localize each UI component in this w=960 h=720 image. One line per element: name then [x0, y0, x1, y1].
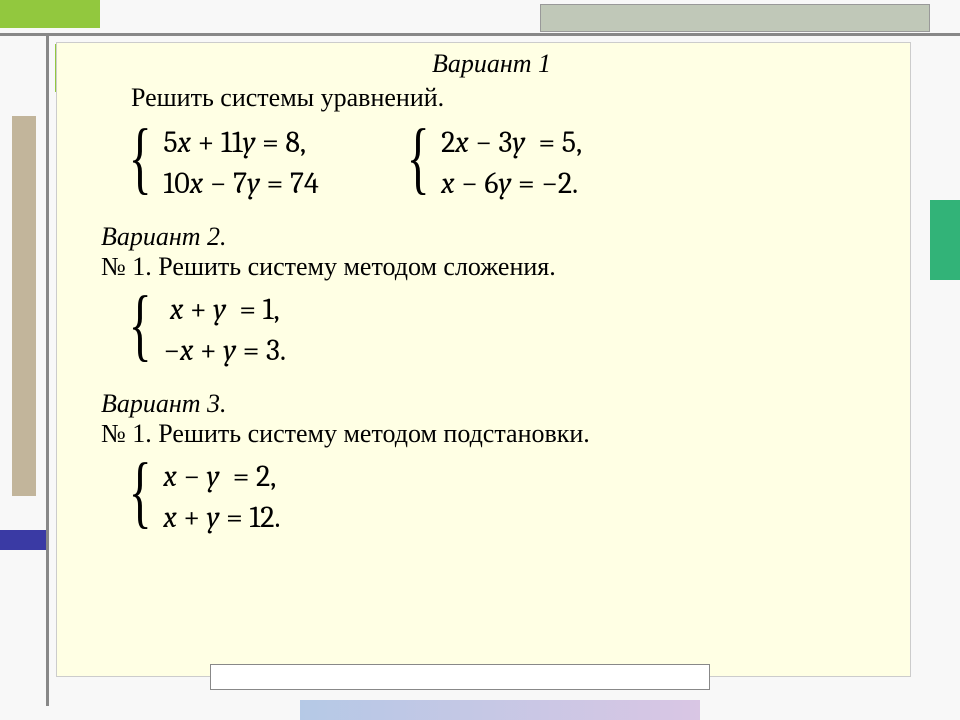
deco-block [210, 664, 710, 690]
deco-block [0, 530, 46, 550]
equation: 5x + 11y = 8, [163, 123, 318, 164]
variant3-title: Вариант 3. [101, 389, 882, 419]
variant1-subtitle: Решить системы уравнений. [101, 83, 882, 113]
equation-system: { x + y = 1, −x + y = 3. [121, 290, 286, 371]
equation-group: 5x + 11y = 8, 10x − 7y = 74 [163, 123, 318, 204]
equation-group: x − y = 2, x + y = 12. [163, 457, 280, 538]
deco-block [12, 116, 36, 496]
deco-line [0, 33, 960, 36]
variant1-systems: { 5x + 11y = 8, 10x − 7y = 74 { 2x − 3y … [101, 123, 882, 204]
equation: 10x − 7y = 74 [163, 164, 318, 205]
brace-icon: { [406, 123, 429, 204]
brace-icon: { [129, 457, 152, 538]
equation: x + y = 1, [163, 290, 286, 331]
equation-system: { x − y = 2, x + y = 12. [121, 457, 281, 538]
brace-icon: { [129, 123, 152, 204]
variant2-task: № 1. Решить систему методом сложения. [101, 252, 882, 282]
deco-block [300, 700, 700, 720]
variant3-system-row: { x − y = 2, x + y = 12. [101, 457, 882, 538]
deco-line [46, 36, 49, 706]
deco-block [540, 4, 930, 32]
brace-icon: { [129, 290, 152, 371]
equation-group: 2x − 3y = 5, x − 6y = −2. [441, 123, 582, 204]
slide-content: Вариант 1 Решить системы уравнений. { 5x… [56, 42, 911, 677]
variant2-title: Вариант 2. [101, 222, 882, 252]
deco-block [0, 0, 100, 28]
equation: −x + y = 3. [163, 331, 286, 372]
equation: x − y = 2, [163, 457, 280, 498]
variant3-task: № 1. Решить систему методом подстановки. [101, 419, 882, 449]
deco-block [930, 200, 960, 280]
equation: 2x − 3y = 5, [441, 123, 582, 164]
variant2-system-row: { x + y = 1, −x + y = 3. [101, 290, 882, 371]
equation-system: { 2x − 3y = 5, x − 6y = −2. [399, 123, 582, 204]
equation: x + y = 12. [163, 498, 280, 539]
equation-system: { 5x + 11y = 8, 10x − 7y = 74 [121, 123, 319, 204]
equation: x − 6y = −2. [441, 164, 582, 205]
equation-group: x + y = 1, −x + y = 3. [163, 290, 286, 371]
variant1-title: Вариант 1 [101, 49, 882, 79]
